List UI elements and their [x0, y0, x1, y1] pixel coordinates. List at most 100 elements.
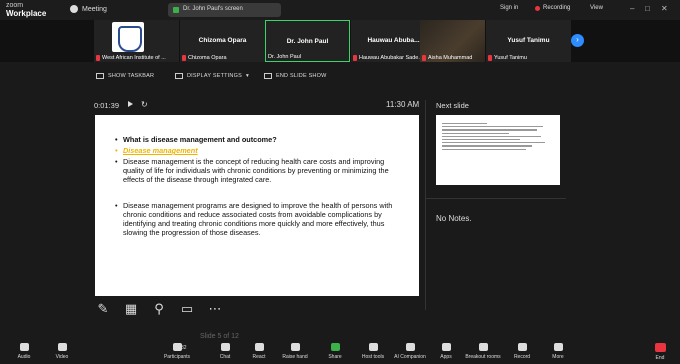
recording-indicator[interactable]: Recording [535, 5, 570, 11]
breakout-rooms-icon [478, 343, 488, 351]
slide-paragraph: Disease management programs are designed… [115, 201, 400, 237]
raise-hand-button[interactable]: Raise hand [275, 343, 315, 360]
participant-tile-active-speaker[interactable]: Dr. John Paul Dr. John Paul [265, 20, 350, 62]
participant-tile[interactable]: Aisha Muhammad [420, 20, 485, 62]
ai-companion-button[interactable]: AI Companion [390, 343, 430, 360]
record-icon [517, 343, 527, 351]
apps-button[interactable]: Apps [426, 343, 466, 360]
slide-question: What is disease management and outcome? [115, 135, 400, 144]
maximize-icon[interactable]: □ [645, 4, 650, 13]
black-screen-icon[interactable]: ▭ [178, 300, 196, 318]
share-screen-icon [173, 7, 179, 13]
participant-tile[interactable]: West African Institute of ... [94, 20, 179, 62]
end-button[interactable]: End [640, 343, 680, 361]
next-slide-thumbnail[interactable] [436, 115, 560, 185]
react-button[interactable]: React [239, 343, 279, 360]
participant-name: Hauwau Abubakar Sade... [359, 55, 423, 61]
presenter-toolbar: SHOW TASKBAR DISPLAY SETTINGS ▾ END SLID… [0, 66, 680, 88]
participant-name-row: Yusuf Tanimu [488, 55, 571, 61]
participant-name: Yusuf Tanimu [494, 55, 527, 61]
apps-label: Apps [440, 354, 452, 360]
audio-button[interactable]: Audio [4, 343, 44, 360]
participants-button[interactable]: 32 Participants [157, 343, 197, 360]
display-settings-label: DISPLAY SETTINGS [187, 73, 242, 79]
breakout-rooms-label: Breakout rooms [465, 354, 501, 360]
mic-icon [19, 343, 29, 351]
ai-companion-icon [405, 343, 415, 351]
share-label: Share [328, 354, 342, 360]
participant-name: Aisha Muhammad [428, 55, 473, 61]
video-label: Video [55, 354, 69, 360]
host-tools-icon [368, 343, 378, 351]
mic-muted-icon [96, 55, 100, 61]
participant-display-name: Chizoma Opara [198, 37, 247, 44]
show-taskbar-button[interactable]: SHOW TASKBAR [96, 73, 154, 79]
participant-name: West African Institute of ... [102, 55, 166, 61]
pen-icon[interactable]: ✎ [94, 300, 112, 318]
record-dot-icon [535, 5, 540, 11]
host-tools-label: Host tools [361, 354, 385, 360]
more-button[interactable]: More [538, 343, 578, 360]
audio-label: Audio [17, 354, 31, 360]
participant-name-row: Dr. John Paul [268, 54, 349, 60]
display-icon [175, 73, 183, 79]
end-label: End [655, 355, 665, 361]
display-settings-button[interactable]: DISPLAY SETTINGS ▾ [175, 73, 249, 79]
record-label: Record [513, 354, 531, 360]
zoom-icon[interactable]: ⚲ [150, 300, 168, 318]
reset-timer-icon[interactable]: ↻ [141, 100, 148, 109]
end-slide-show-label: END SLIDE SHOW [276, 73, 327, 79]
slide-timer: 0:01:39 [94, 101, 120, 110]
share-icon [330, 343, 340, 351]
mic-muted-icon [182, 55, 186, 61]
end-slide-show-button[interactable]: END SLIDE SHOW [264, 73, 326, 79]
mic-muted-icon [422, 55, 426, 61]
paw-icon [70, 5, 78, 13]
clock: 11:30 AM [386, 100, 420, 109]
recording-label: Recording [543, 5, 571, 11]
raise-hand-label: Raise hand [282, 354, 308, 360]
taskbar-icon [96, 73, 104, 79]
screen-share-label: Dr. John Paul's screen [183, 6, 243, 12]
participant-strip: West African Institute of ... Chizoma Op… [0, 20, 680, 62]
mic-muted-icon [488, 55, 492, 61]
more-icon [553, 343, 563, 351]
participant-name: Dr. John Paul [268, 54, 302, 60]
slide-tools: ✎ ▦ ⚲ ▭ ⋯ [94, 300, 224, 318]
view-button[interactable]: View [590, 5, 603, 11]
meeting-label: Meeting [82, 5, 107, 13]
participant-name: Chizoma Opara [188, 55, 227, 61]
close-icon[interactable]: ✕ [661, 4, 668, 13]
chevron-down-icon: ▾ [245, 73, 249, 79]
sign-in-link[interactable]: Sign in [500, 5, 518, 11]
institute-logo [112, 22, 144, 52]
current-slide: What is disease management and outcome? … [95, 115, 419, 296]
next-participants-button[interactable]: › [571, 34, 584, 47]
screen-share-pill[interactable]: Dr. John Paul's screen [168, 3, 281, 17]
more-options-icon[interactable]: ⋯ [206, 300, 224, 318]
participant-tile[interactable]: Chizoma Opara Chizoma Opara [180, 20, 265, 62]
participant-tile[interactable]: Yusuf Tanimu Yusuf Tanimu [486, 20, 571, 62]
participants-label: Participants [163, 354, 191, 360]
divider [426, 198, 566, 199]
record-button[interactable]: Record [502, 343, 542, 360]
top-bar: zoom Workplace Meeting Dr. John Paul's s… [0, 0, 680, 20]
participant-count: 32 [181, 345, 187, 351]
speaker-notes: No Notes. [436, 214, 472, 223]
host-tools-button[interactable]: Host tools [353, 343, 393, 360]
mic-muted-icon [353, 55, 357, 61]
participant-name-row: Aisha Muhammad [422, 55, 485, 61]
meeting-info-button[interactable]: Meeting [70, 5, 107, 13]
share-button[interactable]: Share [315, 343, 355, 360]
chat-icon [220, 343, 230, 351]
video-button[interactable]: Video [42, 343, 82, 360]
see-all-slides-icon[interactable]: ▦ [122, 300, 140, 318]
play-icon[interactable] [128, 101, 133, 107]
brand-bottom-text: Workplace [6, 9, 47, 18]
divider [425, 100, 426, 310]
breakout-rooms-button[interactable]: Breakout rooms [463, 343, 503, 360]
ai-companion-label: AI Companion [394, 354, 426, 360]
minimize-icon[interactable]: – [630, 4, 634, 13]
end-icon [654, 343, 666, 352]
raise-hand-icon [290, 343, 300, 351]
